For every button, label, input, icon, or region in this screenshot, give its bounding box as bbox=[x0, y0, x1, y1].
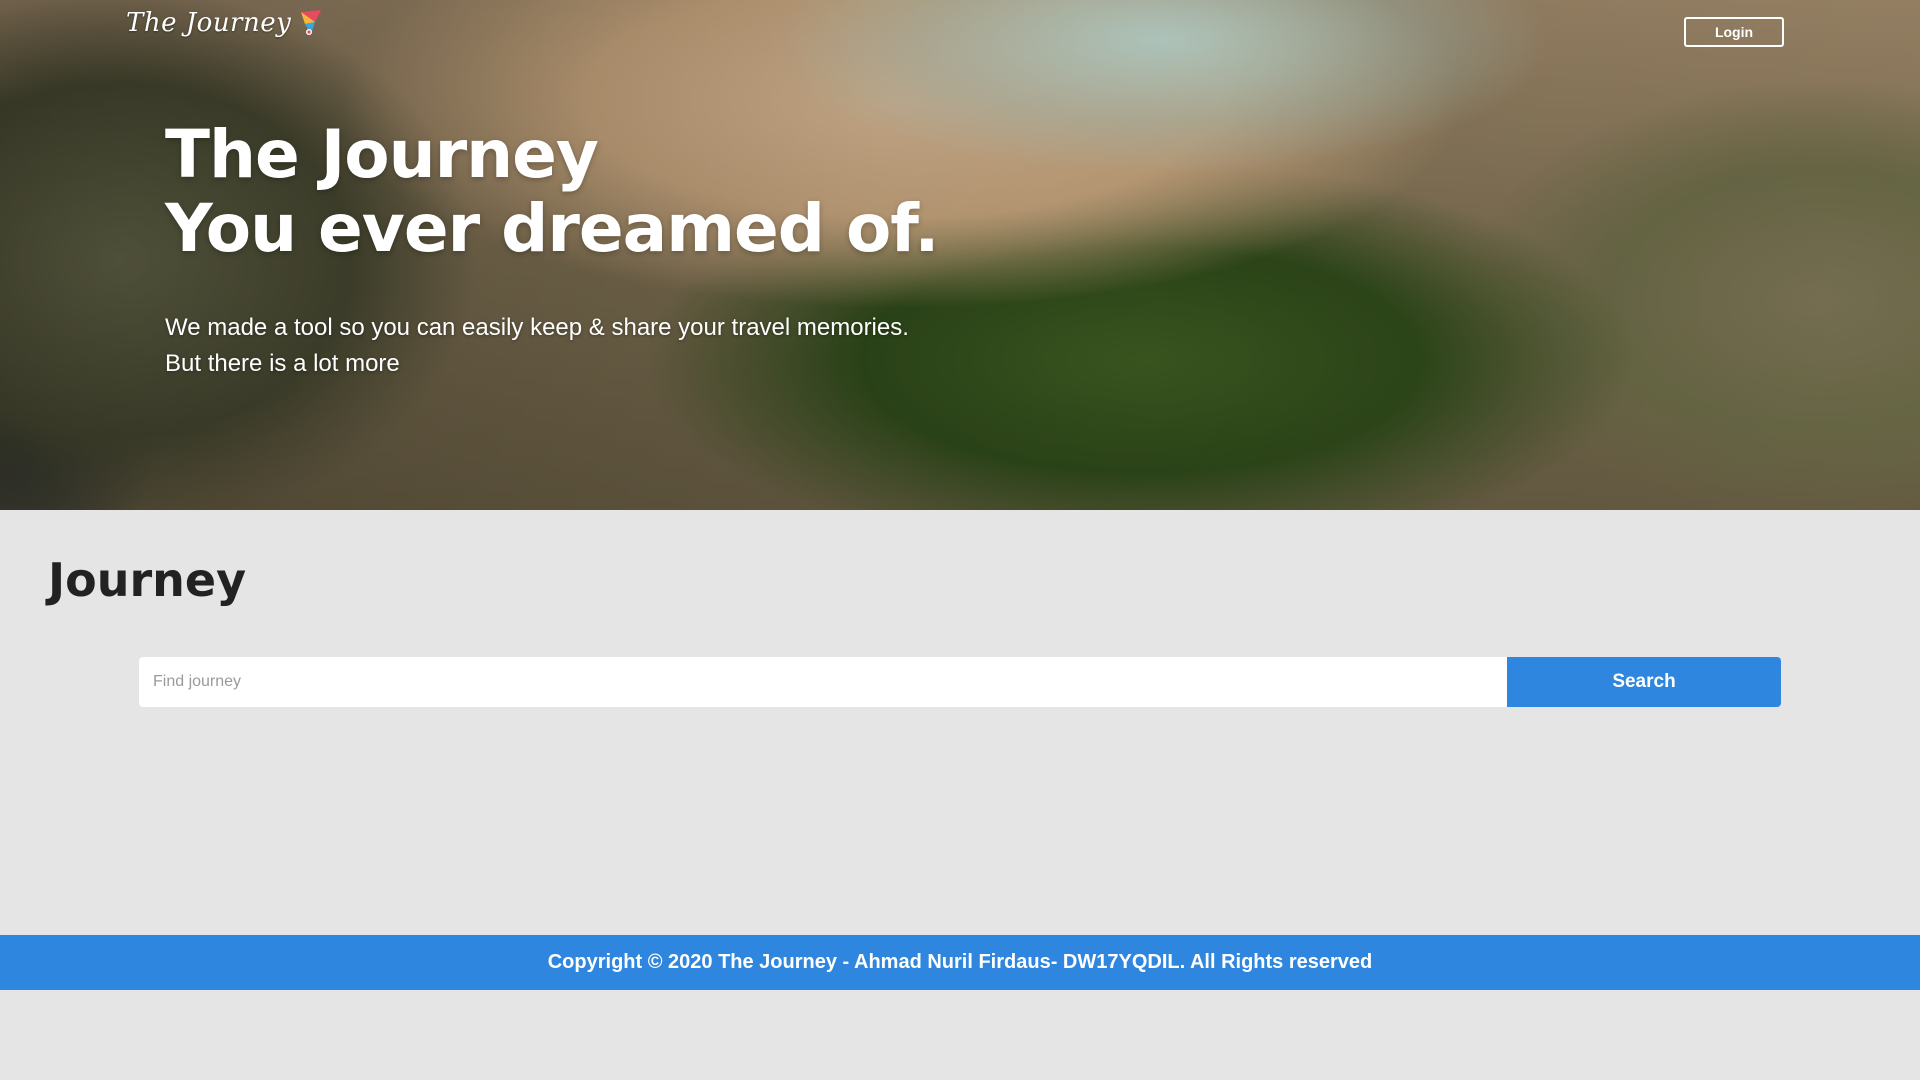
footer-copyright: Copyright © 2020 The Journey - Ahmad Nur… bbox=[547, 951, 1373, 973]
login-button[interactable]: Login bbox=[1684, 17, 1784, 47]
map-pin-icon bbox=[301, 10, 322, 35]
hero-headline: The Journey You ever dreamed of. bbox=[165, 116, 939, 267]
footer: Copyright © 2020 The Journey - Ahmad Nur… bbox=[0, 935, 1920, 990]
hero-banner: The Journey Login The Journey You ever d… bbox=[0, 0, 1920, 510]
hero-subtext-line1: We made a tool so you can easily keep & … bbox=[165, 314, 909, 341]
search-input[interactable] bbox=[139, 657, 1507, 707]
hero-headline-line1: The Journey bbox=[165, 116, 599, 193]
search-button[interactable]: Search bbox=[1507, 657, 1781, 707]
hero-headline-line2: You ever dreamed of. bbox=[165, 190, 939, 267]
hero-subtext-line2: But there is a lot more bbox=[165, 350, 400, 377]
hero-subtext: We made a tool so you can easily keep & … bbox=[165, 310, 909, 382]
page-title: Journey bbox=[48, 553, 247, 607]
site-logo[interactable]: The Journey bbox=[126, 8, 325, 38]
search-bar: Search bbox=[139, 657, 1781, 707]
logo-text: The Journey bbox=[126, 8, 292, 38]
